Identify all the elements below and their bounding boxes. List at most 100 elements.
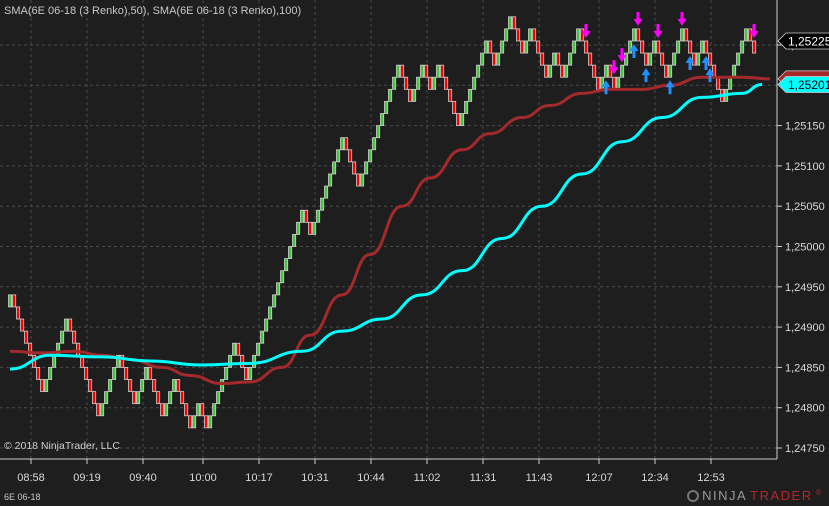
up-brick: [628, 40, 633, 54]
up-brick: [496, 52, 501, 66]
up-brick: [192, 415, 197, 429]
up-brick: [8, 294, 13, 308]
up-brick: [420, 64, 425, 78]
down-brick: [236, 342, 241, 356]
down-brick: [588, 52, 593, 66]
y-tick-label: 1,25050: [785, 201, 825, 213]
logo-text-2: TRADER: [750, 488, 813, 503]
up-brick: [328, 173, 333, 187]
x-tick-label: 10:44: [357, 472, 385, 484]
up-brick: [632, 28, 637, 42]
up-brick: [680, 28, 685, 42]
down-brick: [516, 28, 521, 42]
up-brick: [316, 209, 321, 223]
up-brick: [296, 221, 301, 235]
down-brick: [748, 28, 753, 42]
up-brick: [232, 342, 237, 356]
up-brick: [700, 40, 705, 54]
down-brick: [72, 330, 77, 344]
down-brick: [452, 101, 457, 114]
up-brick: [616, 76, 621, 90]
down-brick: [176, 379, 181, 392]
down-brick: [456, 113, 461, 127]
up-brick: [360, 173, 365, 187]
down-brick: [356, 173, 361, 187]
down-brick: [344, 137, 349, 151]
up-brick: [320, 197, 325, 211]
down-brick: [584, 40, 589, 54]
x-tick-label: 11:31: [470, 472, 497, 484]
sma100-price-tag: 1,25201: [777, 76, 829, 93]
up-brick: [672, 52, 677, 66]
down-brick: [488, 40, 493, 54]
logo-text-1: NINJA: [702, 488, 748, 503]
up-brick: [460, 113, 465, 127]
renko-chart[interactable]: 1,252501,251501,251001,250501,250001,249…: [0, 0, 829, 506]
down-brick: [612, 76, 617, 90]
down-brick: [660, 52, 665, 66]
down-brick: [556, 52, 561, 66]
down-brick: [180, 391, 185, 405]
up-brick: [172, 379, 177, 392]
up-brick: [212, 403, 217, 417]
up-brick: [288, 246, 293, 259]
up-brick: [52, 354, 57, 368]
up-brick: [368, 149, 373, 163]
x-tick-label: 09:19: [73, 472, 101, 484]
down-brick: [348, 149, 353, 163]
down-brick: [152, 379, 157, 392]
down-brick: [36, 366, 41, 380]
up-brick: [576, 28, 581, 42]
up-brick: [364, 161, 369, 175]
down-brick: [160, 403, 165, 417]
down-brick: [640, 40, 645, 54]
y-tick-label: 1,24950: [785, 282, 825, 294]
up-brick: [396, 64, 401, 78]
up-brick: [500, 40, 505, 54]
logo-mark-icon: [687, 489, 700, 502]
renko-bricks: [8, 16, 757, 429]
down-brick: [664, 64, 669, 78]
up-brick: [260, 330, 265, 344]
down-brick: [688, 40, 693, 54]
up-brick: [548, 64, 553, 78]
down-brick: [684, 28, 689, 42]
down-brick: [636, 28, 641, 42]
logo-reg: ®: [815, 488, 823, 497]
buy-arrow-icon: [665, 80, 675, 95]
up-brick: [432, 76, 437, 90]
sma50-line: [9, 75, 771, 386]
up-brick: [208, 415, 213, 429]
up-brick: [508, 16, 513, 30]
x-tick-label: 10:17: [245, 472, 273, 484]
up-brick: [624, 52, 629, 66]
up-brick: [60, 330, 65, 344]
down-brick: [580, 28, 585, 42]
down-brick: [188, 415, 193, 429]
up-brick: [468, 88, 473, 102]
up-brick: [224, 366, 229, 380]
down-brick: [304, 209, 309, 223]
down-brick: [532, 28, 537, 42]
x-tick-label: 11:43: [526, 472, 553, 484]
up-brick: [144, 366, 149, 380]
up-brick: [564, 64, 569, 78]
indicator-legend: SMA(6E 06-18 (3 Renko),50), SMA(6E 06-18…: [4, 5, 302, 17]
up-brick: [676, 40, 681, 54]
down-brick: [692, 52, 697, 66]
down-brick: [424, 64, 429, 78]
up-brick: [652, 40, 657, 54]
up-brick: [572, 40, 577, 54]
down-brick: [608, 64, 613, 78]
down-brick: [440, 64, 445, 78]
down-brick: [656, 40, 661, 54]
up-brick: [332, 161, 337, 175]
up-brick: [384, 101, 389, 114]
up-brick: [112, 366, 117, 380]
down-brick: [592, 64, 597, 78]
down-brick: [544, 64, 549, 78]
down-brick: [404, 76, 409, 90]
up-brick: [248, 366, 253, 380]
x-tick-label: 12:07: [585, 472, 613, 484]
up-brick: [484, 40, 489, 54]
